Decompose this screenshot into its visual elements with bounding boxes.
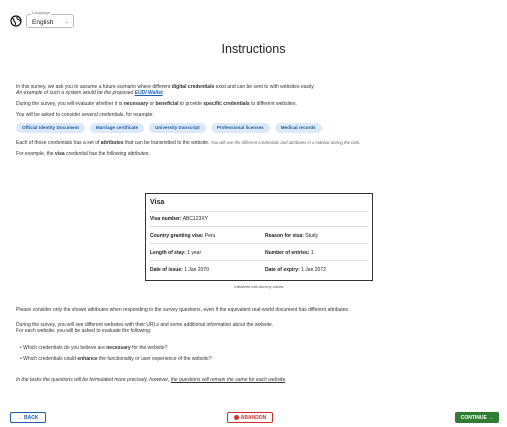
visa-credential-card: Visa Visa number: ABC123XY Country grant… — [145, 193, 373, 281]
chevron-down-icon: ⌄ — [64, 19, 69, 25]
language-select[interactable]: Language English ⌄ — [26, 10, 74, 28]
chip-marriage-certificate: Marriage certificate — [89, 123, 145, 133]
back-button[interactable]: ← BACK — [10, 412, 46, 423]
intro-line-3: During the survey, you will evaluate whe… — [16, 101, 297, 107]
divider — [150, 260, 368, 261]
attr-visa-number: Visa number: ABC123XY — [150, 216, 209, 222]
visa-card-title: Visa — [150, 199, 165, 206]
eudi-wallet-link[interactable]: EUDI Wallet — [135, 90, 163, 96]
abandon-button[interactable]: ABANDON — [227, 412, 273, 423]
after-line-3: For each website, you will be asked to e… — [16, 328, 152, 334]
bullet-necessary: • Which credentials do you believe are n… — [20, 345, 168, 351]
bullet-enhance: • Which credentials could enhance the fu… — [20, 356, 212, 362]
after-line-1: Please consider only the shown attribute… — [16, 307, 350, 313]
page-title: Instructions — [221, 42, 286, 56]
attr-reason: Reason for visa: Study — [265, 233, 319, 239]
language-selector-wrap: Language English ⌄ — [10, 10, 74, 28]
chip-professional-licenses: Professional licenses — [210, 123, 270, 133]
continue-button[interactable]: CONTINUE → — [455, 412, 499, 423]
attr-expiry-date: Date of expiry: 1 Jan 2072 — [265, 267, 326, 273]
language-value: English — [32, 18, 54, 26]
divider — [150, 226, 368, 227]
language-label: Language — [31, 10, 51, 15]
divider — [150, 243, 368, 244]
chip-identity-document: Official Identity Document — [16, 123, 85, 133]
intro-line-4: You will be asked to consider several cr… — [16, 112, 154, 118]
globe-icon — [10, 15, 22, 27]
attr-issue-date: Date of issue: 1 Jan 2070 — [150, 267, 209, 273]
after-line-4: In the tasks the questions will be formu… — [16, 377, 287, 383]
chip-medical-records: Medical records — [274, 123, 322, 133]
credential-chips: Official Identity Document Marriage cert… — [16, 123, 492, 133]
footer-actions: ← BACK ABANDON CONTINUE → — [0, 412, 507, 425]
stop-icon — [233, 415, 239, 420]
intro-line-2: An example of such a system would be the… — [16, 90, 165, 96]
attr-entries: Number of entries: 1 — [265, 250, 314, 256]
divider — [150, 211, 368, 212]
intro-line-6: For example, the visa credential has the… — [16, 151, 150, 157]
attr-length: Length of stay: 1 year — [150, 250, 202, 256]
intro-line-5: Each of those credentials has a set of a… — [16, 140, 361, 146]
chip-university-transcript: University transcript — [149, 123, 206, 133]
attr-country: Country granting visa: Peru — [150, 233, 216, 239]
card-caption: Initialized with dummy values — [234, 285, 284, 289]
abandon-label: ABANDON — [240, 414, 267, 421]
intro-section: In this survey, we ask you to assume a f… — [16, 84, 492, 157]
